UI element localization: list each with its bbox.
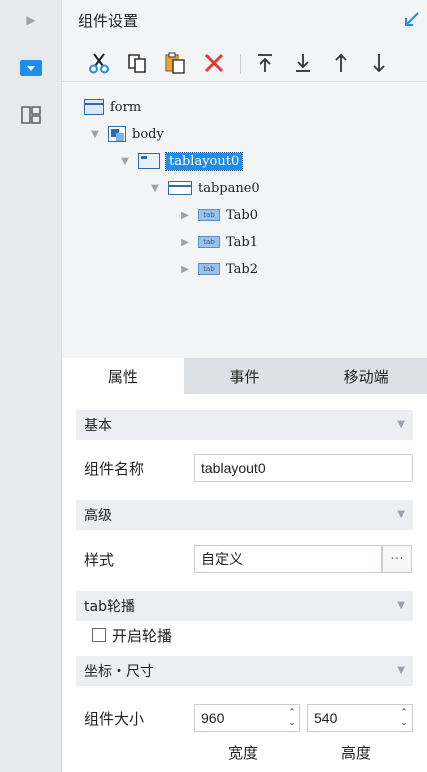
widget-icon[interactable] bbox=[0, 50, 62, 86]
collapse-caret-icon[interactable]: ▶ bbox=[178, 210, 192, 221]
copy-icon[interactable] bbox=[124, 50, 150, 76]
enable-carousel-label: 开启轮播 bbox=[112, 627, 173, 645]
tree-node-tab2[interactable]: ▶ tab Tab2 bbox=[178, 258, 258, 280]
height-caption: 高度 bbox=[341, 744, 372, 762]
component-size-label: 组件大小 bbox=[84, 710, 145, 728]
properties-panel: 基本 ▼ 组件名称 tablayout0 高级 ▼ 样式 自定义 ··· tab… bbox=[62, 394, 427, 772]
panel-header: 组件设置 bbox=[62, 0, 427, 40]
section-title: 基本 bbox=[84, 418, 112, 434]
expand-caret-icon[interactable]: ▼ bbox=[148, 183, 162, 194]
move-top-icon[interactable] bbox=[252, 50, 278, 76]
tree-node-label: Tab0 bbox=[226, 207, 259, 223]
tab-icon: tab bbox=[198, 263, 220, 275]
tree-node-label: Tab2 bbox=[226, 261, 259, 277]
collapse-caret-icon[interactable]: ▶ bbox=[178, 237, 192, 248]
body-icon bbox=[108, 126, 126, 142]
section-basic[interactable]: 基本 ▼ bbox=[76, 410, 413, 440]
section-advanced[interactable]: 高级 ▼ bbox=[76, 500, 413, 530]
tabpane-icon bbox=[168, 181, 192, 195]
height-stepper[interactable]: ⌃ ⌄ bbox=[397, 705, 411, 731]
cut-icon[interactable] bbox=[86, 50, 112, 76]
style-more-button[interactable]: ··· bbox=[382, 545, 412, 573]
tab-attributes[interactable]: 属性 bbox=[62, 358, 184, 394]
enable-carousel-checkbox[interactable] bbox=[92, 628, 106, 642]
left-rail: ▶ bbox=[0, 0, 62, 772]
tree-node-body[interactable]: ▼ body bbox=[88, 123, 164, 145]
section-title: 坐标・尺寸 bbox=[84, 664, 154, 680]
width-caption: 宽度 bbox=[228, 744, 259, 762]
tree-node-label: form bbox=[110, 99, 142, 115]
width-stepper[interactable]: ⌃ ⌄ bbox=[285, 705, 299, 731]
section-tab-carousel[interactable]: tab轮播 ▼ bbox=[76, 591, 413, 621]
section-position-size[interactable]: 坐标・尺寸 ▼ bbox=[76, 656, 413, 686]
form-icon bbox=[84, 99, 104, 115]
component-name-label: 组件名称 bbox=[84, 460, 145, 478]
tree-node-form[interactable]: form bbox=[84, 96, 141, 118]
component-name-input[interactable]: tablayout0 bbox=[194, 454, 413, 482]
chevron-down-icon: ▼ bbox=[397, 419, 405, 430]
chevron-down-icon: ▼ bbox=[397, 665, 405, 676]
collapse-icon[interactable] bbox=[401, 10, 421, 30]
move-bottom-icon[interactable] bbox=[290, 50, 316, 76]
expand-caret-icon[interactable]: ▼ bbox=[88, 129, 102, 140]
delete-icon[interactable] bbox=[201, 50, 227, 76]
tab-icon: tab bbox=[198, 209, 220, 221]
style-label: 样式 bbox=[84, 551, 115, 569]
chevron-down-icon: ▼ bbox=[397, 600, 405, 611]
panel-title: 组件设置 bbox=[78, 12, 139, 30]
toolbar-divider bbox=[240, 54, 241, 74]
tablayout-icon bbox=[138, 153, 160, 169]
tree-node-tab0[interactable]: ▶ tab Tab0 bbox=[178, 204, 258, 226]
layout-icon[interactable] bbox=[0, 97, 62, 133]
tab-icon: tab bbox=[198, 236, 220, 248]
tab-events[interactable]: 事件 bbox=[184, 358, 306, 394]
stepper-up-icon[interactable]: ⌃ bbox=[400, 708, 408, 718]
tree-node-tabpane[interactable]: ▼ tabpane0 bbox=[148, 177, 260, 199]
property-tabs: 属性 事件 移动端 bbox=[62, 358, 427, 394]
tree-node-tablayout[interactable]: ▼ tablayout0 bbox=[118, 150, 244, 172]
tree-node-label: tabpane0 bbox=[198, 180, 260, 196]
tab-mobile[interactable]: 移动端 bbox=[305, 358, 427, 394]
move-up-icon[interactable] bbox=[328, 50, 354, 76]
expand-arrow-icon[interactable]: ▶ bbox=[0, 2, 62, 38]
paste-icon[interactable] bbox=[162, 50, 188, 76]
tree-node-label: tablayout0 bbox=[164, 151, 244, 171]
collapse-caret-icon[interactable]: ▶ bbox=[178, 264, 192, 275]
stepper-down-icon[interactable]: ⌄ bbox=[288, 718, 296, 728]
section-title: tab轮播 bbox=[84, 599, 135, 615]
move-down-icon[interactable] bbox=[366, 50, 392, 76]
tree-node-label: Tab1 bbox=[226, 234, 259, 250]
chevron-down-icon: ▼ bbox=[397, 509, 405, 520]
expand-caret-icon[interactable]: ▼ bbox=[118, 156, 132, 167]
tree-node-label: body bbox=[132, 126, 164, 142]
tree-node-tab1[interactable]: ▶ tab Tab1 bbox=[178, 231, 258, 253]
stepper-down-icon[interactable]: ⌄ bbox=[400, 718, 408, 728]
stepper-up-icon[interactable]: ⌃ bbox=[288, 708, 296, 718]
section-title: 高级 bbox=[84, 508, 112, 524]
component-tree: form ▼ body ▼ tablayout0 ▼ tabpane0 ▶ ta… bbox=[62, 83, 427, 358]
toolbar bbox=[62, 40, 427, 82]
style-input[interactable]: 自定义 bbox=[194, 545, 382, 573]
